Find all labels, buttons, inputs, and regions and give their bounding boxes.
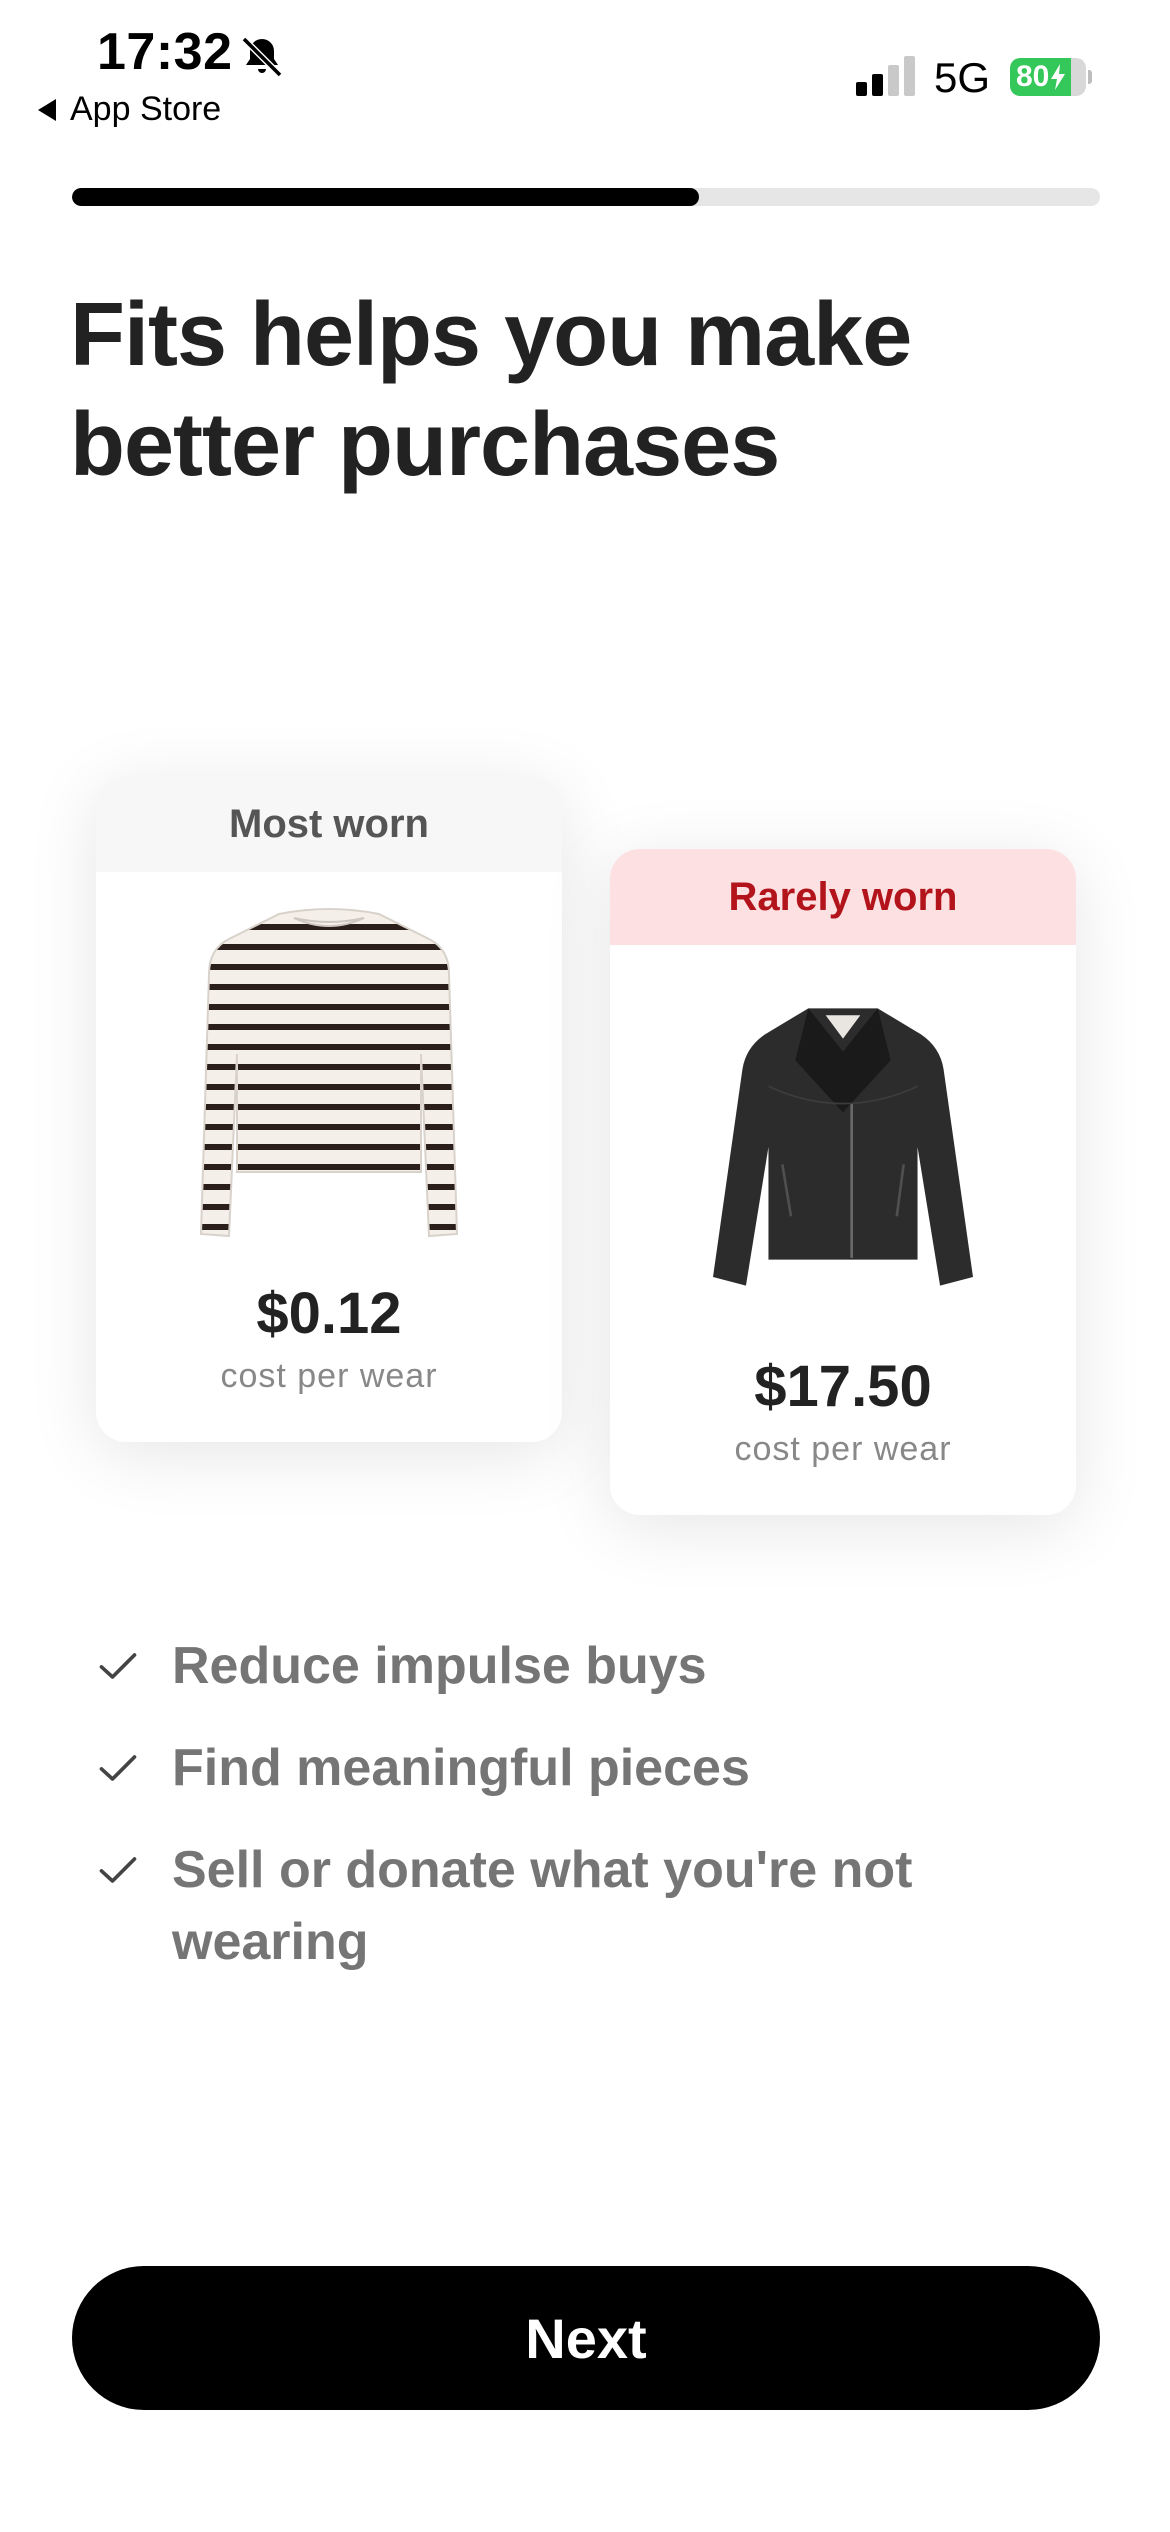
leather-jacket-image	[713, 1008, 973, 1286]
benefits-list: Reduce impulse buys Find meaningful piec…	[96, 1630, 1036, 2008]
checkmark-icon	[99, 1653, 137, 1679]
status-time: 17:32	[97, 23, 233, 81]
benefit-text: Find meaningful pieces	[172, 1739, 750, 1797]
page-title: Fits helps you make better purchases	[70, 285, 912, 495]
checkmark-icon	[99, 1857, 137, 1883]
back-triangle-icon	[38, 98, 56, 121]
benefit-item: Find meaningful pieces	[96, 1732, 1036, 1804]
cellular-signal-icon	[856, 56, 915, 96]
progress-fill	[72, 188, 700, 206]
benefit-item: Sell or donate what you're not wearing	[96, 1834, 1036, 1978]
next-button[interactable]: Next	[72, 2266, 1100, 2410]
rarely-worn-caption: cost per wear	[734, 1430, 952, 1468]
battery-indicator: 80	[1010, 57, 1092, 97]
benefit-text: Sell or donate what you're not wearing	[172, 1841, 913, 1971]
benefit-text: Reduce impulse buys	[172, 1637, 707, 1695]
bell-slash-icon	[241, 36, 283, 78]
benefit-item: Reduce impulse buys	[96, 1630, 1036, 1702]
most-worn-price: $0.12	[256, 1281, 402, 1346]
battery-cap	[1088, 70, 1092, 84]
charging-bolt-icon	[1051, 64, 1066, 90]
battery-percent: 80	[1016, 60, 1050, 93]
striped-top-image	[199, 908, 459, 1238]
rarely-worn-card: Rarely worn $17.50 cost per wear	[610, 849, 1076, 1515]
most-worn-label: Most worn	[96, 776, 562, 872]
back-to-app-store[interactable]: App Store	[38, 90, 221, 129]
network-type: 5G	[934, 54, 991, 101]
rarely-worn-label: Rarely worn	[610, 849, 1076, 945]
back-label: App Store	[70, 90, 222, 128]
checkmark-icon	[99, 1755, 137, 1781]
rarely-worn-price: $17.50	[754, 1354, 932, 1419]
most-worn-caption: cost per wear	[220, 1357, 438, 1395]
onboarding-progress-bar	[72, 188, 1100, 206]
most-worn-card: Most worn $0.12 cost per wear	[96, 776, 562, 1442]
